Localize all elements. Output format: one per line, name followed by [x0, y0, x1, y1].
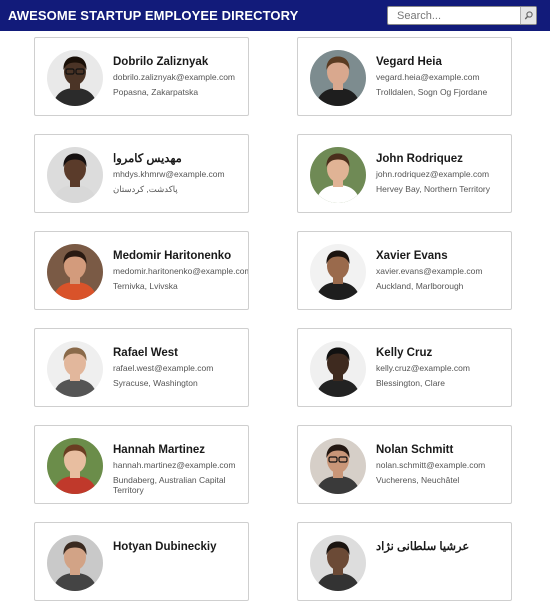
employee-photo [310, 147, 366, 203]
employee-email: xavier.evans@example.com [376, 266, 483, 276]
employee-photo [310, 535, 366, 591]
employee-name: Xavier Evans [376, 250, 448, 262]
employee-location: Trolldalen, Sogn Og Fjordane [376, 87, 488, 97]
avatar [310, 244, 366, 300]
employee-photo [47, 147, 103, 203]
employee-name: John Rodriquez [376, 153, 463, 165]
employee-card[interactable]: Hotyan Dubineckiy [34, 522, 249, 601]
employee-card[interactable]: Nolan Schmitt nolan.schmitt@example.com Vu… [297, 425, 512, 504]
avatar [47, 438, 103, 494]
page-title: AWESOME STARTUP EMPLOYEE DIRECTORY [8, 8, 299, 23]
employee-location: Hervey Bay, Northern Territory [376, 184, 490, 194]
employee-card[interactable]: Rafael West rafael.west@example.com Syracu… [34, 328, 249, 407]
avatar [310, 50, 366, 106]
employee-location: Ternivka, Lvivska [113, 281, 178, 291]
avatar [47, 535, 103, 591]
employee-email: nolan.schmitt@example.com [376, 460, 486, 470]
employee-name: Rafael West [113, 347, 178, 359]
employee-card[interactable]: عرشیا سلطانی نژاد [297, 522, 512, 601]
employee-info: Hotyan Dubineckiy [113, 540, 248, 558]
search-input[interactable] [388, 7, 520, 24]
employee-name: Hannah Martinez [113, 444, 206, 456]
employee-card[interactable]: Dobrilo Zaliznyak dobrilo.zaliznyak@examp… [34, 37, 249, 116]
avatar [47, 341, 103, 397]
employee-grid: Dobrilo Zaliznyak dobrilo.zaliznyak@examp… [34, 37, 512, 601]
employee-info: John Rodriquez john.rodriquez@example.com… [376, 152, 511, 194]
employee-card[interactable]: Kelly Cruz kelly.cruz@example.com Blessing… [297, 328, 512, 407]
employee-email: kelly.cruz@example.com [376, 363, 470, 373]
employee-card[interactable]: Xavier Evans xavier.evans@example.com Auck… [297, 231, 512, 310]
avatar [310, 535, 366, 591]
avatar [47, 50, 103, 106]
employee-photo [47, 244, 103, 300]
employee-card[interactable]: Vegard Heia vegard.heia@example.com Trolld… [297, 37, 512, 116]
avatar [310, 147, 366, 203]
employee-card[interactable]: John Rodriquez john.rodriquez@example.com… [297, 134, 512, 213]
app-header: AWESOME STARTUP EMPLOYEE DIRECTORY [0, 0, 550, 31]
avatar [310, 438, 366, 494]
employee-photo [47, 50, 103, 106]
avatar [310, 341, 366, 397]
employee-info: Vegard Heia vegard.heia@example.com Trolld… [376, 55, 511, 97]
employee-name: Nolan Schmitt [376, 444, 454, 456]
employee-location: پاکدشت, کردستان [113, 184, 178, 194]
employee-email: rafael.west@example.com [113, 363, 214, 373]
employee-name: Vegard Heia [376, 56, 442, 68]
employee-location: Popasna, Zakarpatska [113, 87, 199, 97]
employee-email: john.rodriquez@example.com [376, 169, 490, 179]
employee-name: Hotyan Dubineckiy [113, 541, 217, 553]
search-button[interactable] [520, 7, 536, 24]
employee-info: Nolan Schmitt nolan.schmitt@example.com Vu… [376, 443, 511, 485]
employee-info: Hannah Martinez hannah.martinez@example.c… [113, 443, 248, 495]
employee-location: Auckland, Marlborough [376, 281, 464, 291]
employee-location: Syracuse, Washington [113, 378, 198, 388]
employee-photo [47, 341, 103, 397]
employee-location: Vucherens, Neuchâtel [376, 475, 460, 485]
employee-email: vegard.heia@example.com [376, 72, 480, 82]
employee-email: mhdys.khmrw@example.com [113, 169, 225, 179]
employee-card[interactable]: Hannah Martinez hannah.martinez@example.c… [34, 425, 249, 504]
employee-card[interactable]: Medomir Haritonenko medomir.haritonenko@e… [34, 231, 249, 310]
employee-info: عرشیا سلطانی نژاد [376, 540, 511, 558]
employee-info: Dobrilo Zaliznyak dobrilo.zaliznyak@examp… [113, 55, 248, 97]
employee-name: مهدیس کامروا [113, 153, 182, 165]
employee-location: Blessington, Clare [376, 378, 445, 388]
employee-email: dobrilo.zaliznyak@example.com [113, 72, 236, 82]
employee-photo [310, 244, 366, 300]
employee-name: Kelly Cruz [376, 347, 433, 359]
employee-location: Bundaberg, Australian Capital Territory [113, 475, 226, 495]
employee-photo [310, 341, 366, 397]
employee-photo [310, 438, 366, 494]
magnifier-icon [524, 11, 533, 20]
employee-info: مهدیس کامروا mhdys.khmrw@example.com پاکدش… [113, 152, 248, 194]
employee-name: عرشیا سلطانی نژاد [376, 541, 470, 553]
employee-info: Kelly Cruz kelly.cruz@example.com Blessing… [376, 346, 511, 388]
employee-photo [310, 50, 366, 106]
employee-name: Medomir Haritonenko [113, 250, 232, 262]
employee-photo [47, 438, 103, 494]
search-box [387, 6, 537, 25]
employee-info: Rafael West rafael.west@example.com Syracu… [113, 346, 248, 388]
employee-email: hannah.martinez@example.com [113, 460, 236, 470]
employee-email: medomir.haritonenko@example.com [113, 266, 249, 276]
employee-photo [47, 535, 103, 591]
avatar [47, 244, 103, 300]
avatar [47, 147, 103, 203]
employee-name: Dobrilo Zaliznyak [113, 56, 209, 68]
employee-card[interactable]: مهدیس کامروا mhdys.khmrw@example.com پاکدش… [34, 134, 249, 213]
employee-info: Xavier Evans xavier.evans@example.com Auck… [376, 249, 511, 291]
employee-info: Medomir Haritonenko medomir.haritonenko@e… [113, 249, 249, 291]
